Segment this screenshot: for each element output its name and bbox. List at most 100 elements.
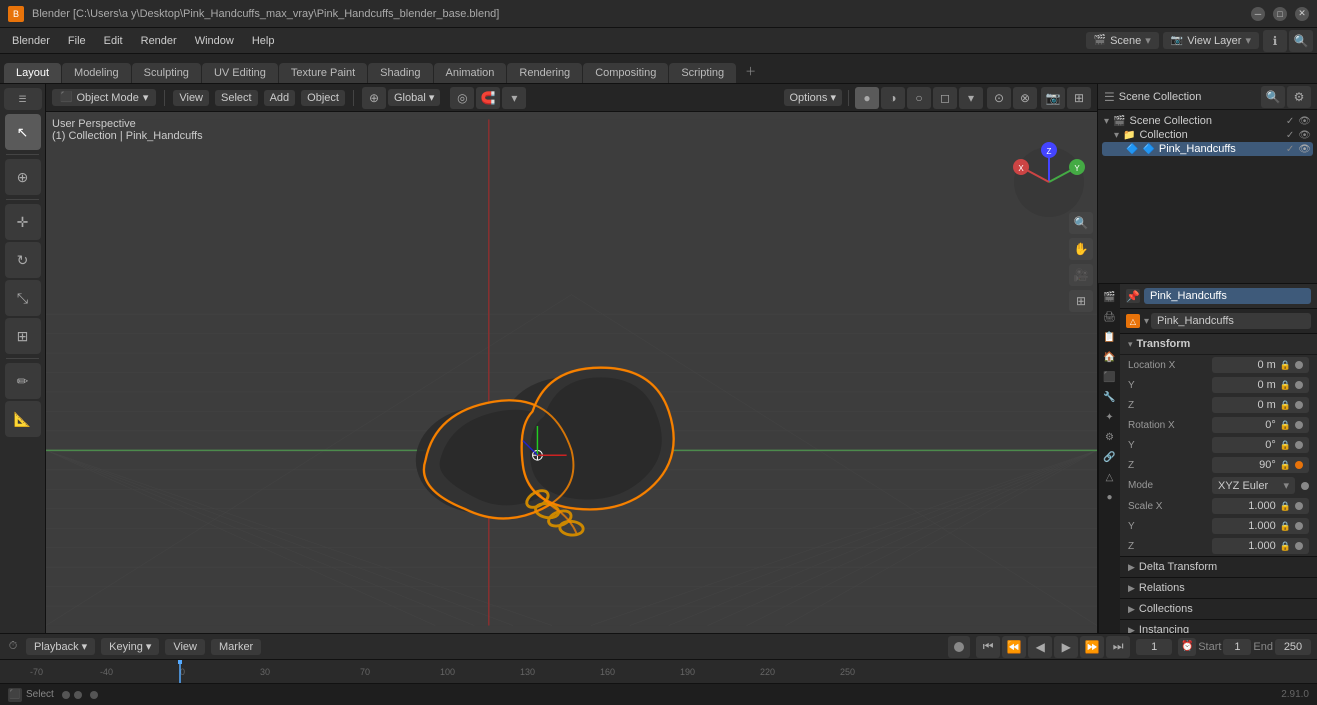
measure-tool[interactable]: 📐 [5,401,41,437]
menu-window[interactable]: Window [187,32,242,50]
rotation-x-field[interactable]: 0° 🔒 [1212,417,1309,433]
annotate-tool[interactable]: ✏ [5,363,41,399]
outliner-filter-icon[interactable]: 🔍 [1261,86,1285,108]
view-layer-selector[interactable]: 📷 View Layer ▾ [1163,32,1259,49]
search-icon[interactable]: 🔍 [1289,30,1313,52]
viewport-shading-material[interactable]: ◑ [881,87,905,109]
jump-to-start-button[interactable]: ⏮ [976,636,1000,658]
current-frame-display[interactable]: 1 [1136,639,1172,655]
object-properties-tab[interactable]: ⬛ [1101,368,1119,386]
tab-layout[interactable]: Layout [4,63,61,83]
mode-icon[interactable]: ☰ [4,88,42,110]
tab-rendering[interactable]: Rendering [507,63,582,83]
outliner-options-icon[interactable]: ⚙ [1287,86,1311,108]
jump-back-button[interactable]: ⏪ [1002,636,1026,658]
constraints-properties-tab[interactable]: 🔗 [1101,448,1119,466]
minimize-button[interactable]: ─ [1251,7,1265,21]
tab-scripting[interactable]: Scripting [669,63,736,83]
transform-header[interactable]: ▾ Transform [1120,334,1317,355]
viewport-shading-rendered[interactable]: ○ [907,87,931,109]
ortho-icon[interactable]: ⊞ [1069,290,1093,312]
menu-file[interactable]: File [60,32,94,50]
scale-z-field[interactable]: 1.000 🔒 [1212,538,1309,554]
add-menu[interactable]: Add [264,90,296,106]
shading-options[interactable]: ▾ [959,87,983,109]
instancing-header[interactable]: ▶ Instancing [1120,620,1317,633]
render-properties-tab[interactable]: 🎬 [1101,288,1119,306]
rotation-mode-selector[interactable]: XYZ Euler ▾ [1212,477,1295,494]
rotation-z-field[interactable]: 90° 🔒 [1212,457,1309,473]
collection-item[interactable]: ▾ 📁 Collection ✓ 👁 [1102,128,1313,142]
rotate-tool[interactable]: ↻ [5,242,41,278]
output-properties-tab[interactable]: 🖨 [1101,308,1119,326]
global-transform-selector[interactable]: Global ▾ [388,89,440,106]
object-menu[interactable]: Object [301,90,345,106]
material-properties-tab[interactable]: ● [1101,488,1119,506]
snap-dropdown[interactable]: ▾ [502,87,526,109]
pink-handcuffs-item[interactable]: 🔷 🔷 Pink_Handcuffs ✓ 👁 [1102,142,1313,156]
move-tool[interactable]: ✛ [5,204,41,240]
data-properties-tab[interactable]: △ [1101,468,1119,486]
end-frame-field[interactable]: 250 [1275,639,1311,655]
tab-modeling[interactable]: Modeling [62,63,131,83]
snap-icon[interactable]: 🧲 [476,87,500,109]
pan-icon[interactable]: ✋ [1069,238,1093,260]
scene-collection-item[interactable]: ▾ 🎬 Scene Collection ✓ 👁 [1102,114,1313,128]
viewport-shading-wireframe[interactable]: ◻ [933,87,957,109]
transform-tool[interactable]: ⊞ [5,318,41,354]
transform-icon[interactable]: ⊕ [362,87,386,109]
overlay-icon[interactable]: ⊙ [987,87,1011,109]
modifier-properties-tab[interactable]: 🔧 [1101,388,1119,406]
grid-icon[interactable]: ⊞ [1067,87,1091,109]
rotation-y-field[interactable]: 0° 🔒 [1212,437,1309,453]
record-button[interactable] [948,636,970,658]
collections-header[interactable]: ▶ Collections [1120,599,1317,619]
select-menu[interactable]: Select [215,90,258,106]
info-icon[interactable]: ℹ [1263,30,1287,52]
viewport-canvas[interactable]: User Perspective (1) Collection | Pink_H… [46,112,1097,633]
menu-edit[interactable]: Edit [96,32,131,50]
proportional-editing-icon[interactable]: ◎ [450,87,474,109]
scene-properties-tab[interactable]: 🏠 [1101,348,1119,366]
jump-to-end-button[interactable]: ⏭ [1106,636,1130,658]
options-button[interactable]: Options ▾ [784,89,843,106]
menu-render[interactable]: Render [133,32,185,50]
viewport-shading-solid[interactable]: ● [855,87,879,109]
camera-view-icon[interactable]: 🎥 [1069,264,1093,286]
add-workspace-button[interactable]: ＋ [737,59,764,83]
menu-blender[interactable]: Blender [4,32,58,50]
mesh-dropdown-icon[interactable]: ▾ [1144,316,1149,327]
scale-x-field[interactable]: 1.000 🔒 [1212,498,1309,514]
zoom-to-selection-icon[interactable]: 🔍 [1069,212,1093,234]
close-button[interactable]: ✕ [1295,7,1309,21]
scale-tool[interactable]: ⤡ [5,280,41,316]
location-x-field[interactable]: 0 m 🔒 [1212,357,1309,373]
tab-sculpting[interactable]: Sculpting [132,63,201,83]
cursor-tool[interactable]: ⊕ [5,159,41,195]
relations-header[interactable]: ▶ Relations [1120,578,1317,598]
view-layer-properties-tab[interactable]: 📋 [1101,328,1119,346]
view-menu[interactable]: View [173,90,209,106]
tab-animation[interactable]: Animation [434,63,507,83]
playback-menu[interactable]: Playback▾ [26,638,95,655]
marker-menu[interactable]: Marker [211,639,261,655]
tab-uv-editing[interactable]: UV Editing [202,63,278,83]
keying-menu[interactable]: Keying▾ [101,638,159,655]
mesh-name-field[interactable]: Pink_Handcuffs [1151,313,1311,329]
tab-texture-paint[interactable]: Texture Paint [279,63,367,83]
start-frame-field[interactable]: 1 [1223,639,1251,655]
location-y-field[interactable]: 0 m 🔒 [1212,377,1309,393]
view-menu-tl[interactable]: View [165,639,205,655]
location-z-field[interactable]: 0 m 🔒 [1212,397,1309,413]
scale-y-field[interactable]: 1.000 🔒 [1212,518,1309,534]
maximize-button[interactable]: □ [1273,7,1287,21]
particle-properties-tab[interactable]: ✦ [1101,408,1119,426]
play-button[interactable]: ▶ [1054,636,1078,658]
scene-selector[interactable]: 🎬 Scene ▾ [1086,32,1159,49]
object-name-field[interactable]: Pink_Handcuffs [1144,288,1311,304]
xray-icon[interactable]: ⊗ [1013,87,1037,109]
timeline-track-area[interactable]: -70 -40 0 30 70 100 130 160 190 220 250 [0,660,1317,683]
play-reverse-button[interactable]: ◀ [1028,636,1052,658]
camera-icon[interactable]: 📷 [1041,87,1065,109]
tab-compositing[interactable]: Compositing [583,63,668,83]
